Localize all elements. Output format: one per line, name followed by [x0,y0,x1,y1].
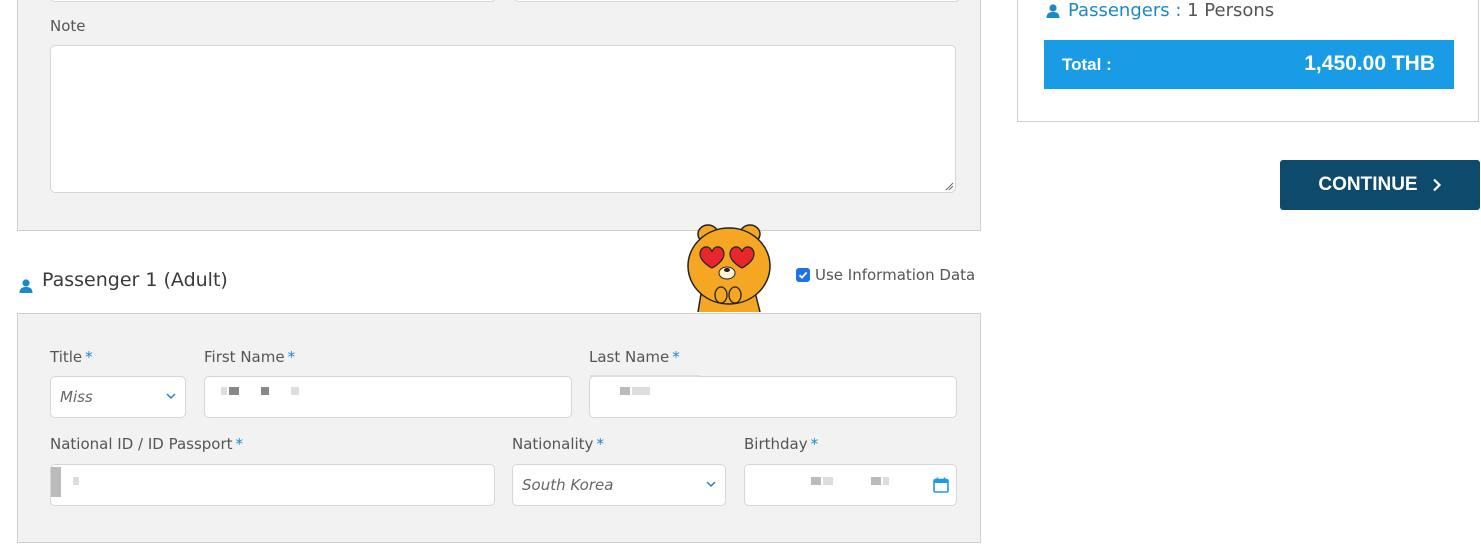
nationality-label: Nationality * [512,435,604,453]
national-id-label: National ID / ID Passport * [50,435,244,453]
title-select-value: Miss [60,388,93,406]
title-select[interactable]: Miss [50,376,186,418]
birthday-label: Birthday * [744,435,819,453]
use-info-label: Use Information Data [815,266,976,284]
redacted-text [229,387,239,395]
use-info-checkbox-row[interactable]: Use Information Data [796,266,975,284]
nationality-select[interactable]: South Korea [512,464,726,506]
redacted-text [291,387,299,395]
continue-button[interactable]: CONTINUE [1280,160,1480,210]
passengers-count-line: Passengers : 1 Persons [1068,0,1274,21]
first-name-input[interactable] [204,376,572,418]
bear-sticker-image [687,224,771,313]
chevron-down-icon [166,393,176,400]
previous-input-right[interactable] [514,0,960,2]
total-bar: Total : 1,450.00 THB [1044,40,1454,89]
birthday-input[interactable] [744,464,957,506]
passenger-title: Passenger 1 (Adult) [42,269,228,291]
redacted-text [811,477,821,485]
title-label: Title * [50,348,93,366]
use-info-checkbox[interactable] [796,268,810,282]
redacted-text [620,387,630,395]
checkmark-icon [798,271,808,279]
first-name-label: First Name * [204,348,296,366]
last-name-input[interactable] [589,375,957,418]
chevron-right-icon [1432,178,1441,192]
person-icon [19,279,33,293]
total-value: 1,450.00 THB [1304,52,1435,75]
passenger-form-panel: Title * First Name * Last Name * Miss Natio… [17,313,981,543]
note-textarea[interactable] [50,45,956,193]
note-label: Note [50,17,86,35]
total-label: Total : [1062,55,1112,74]
national-id-input[interactable] [50,464,495,506]
redacted-text [871,477,881,485]
passengers-label: Passengers : [1068,0,1182,21]
redacted-text [73,477,79,485]
passengers-value: 1 Persons [1187,0,1275,21]
redacted-text [883,477,889,485]
last-name-label: Last Name * [589,348,680,366]
redacted-text [51,467,61,497]
nationality-select-value: South Korea [522,476,614,494]
continue-label: CONTINUE [1318,174,1418,195]
previous-input-left[interactable] [50,0,496,2]
resize-grip-icon[interactable] [944,181,954,191]
calendar-icon[interactable] [932,476,950,494]
person-icon [1046,4,1060,18]
redacted-text [632,387,650,395]
redacted-text [590,375,700,377]
note-panel: Note [17,0,981,231]
chevron-down-icon [706,481,716,488]
redacted-text [823,477,833,485]
redacted-text [261,387,269,395]
redacted-text [221,387,227,395]
